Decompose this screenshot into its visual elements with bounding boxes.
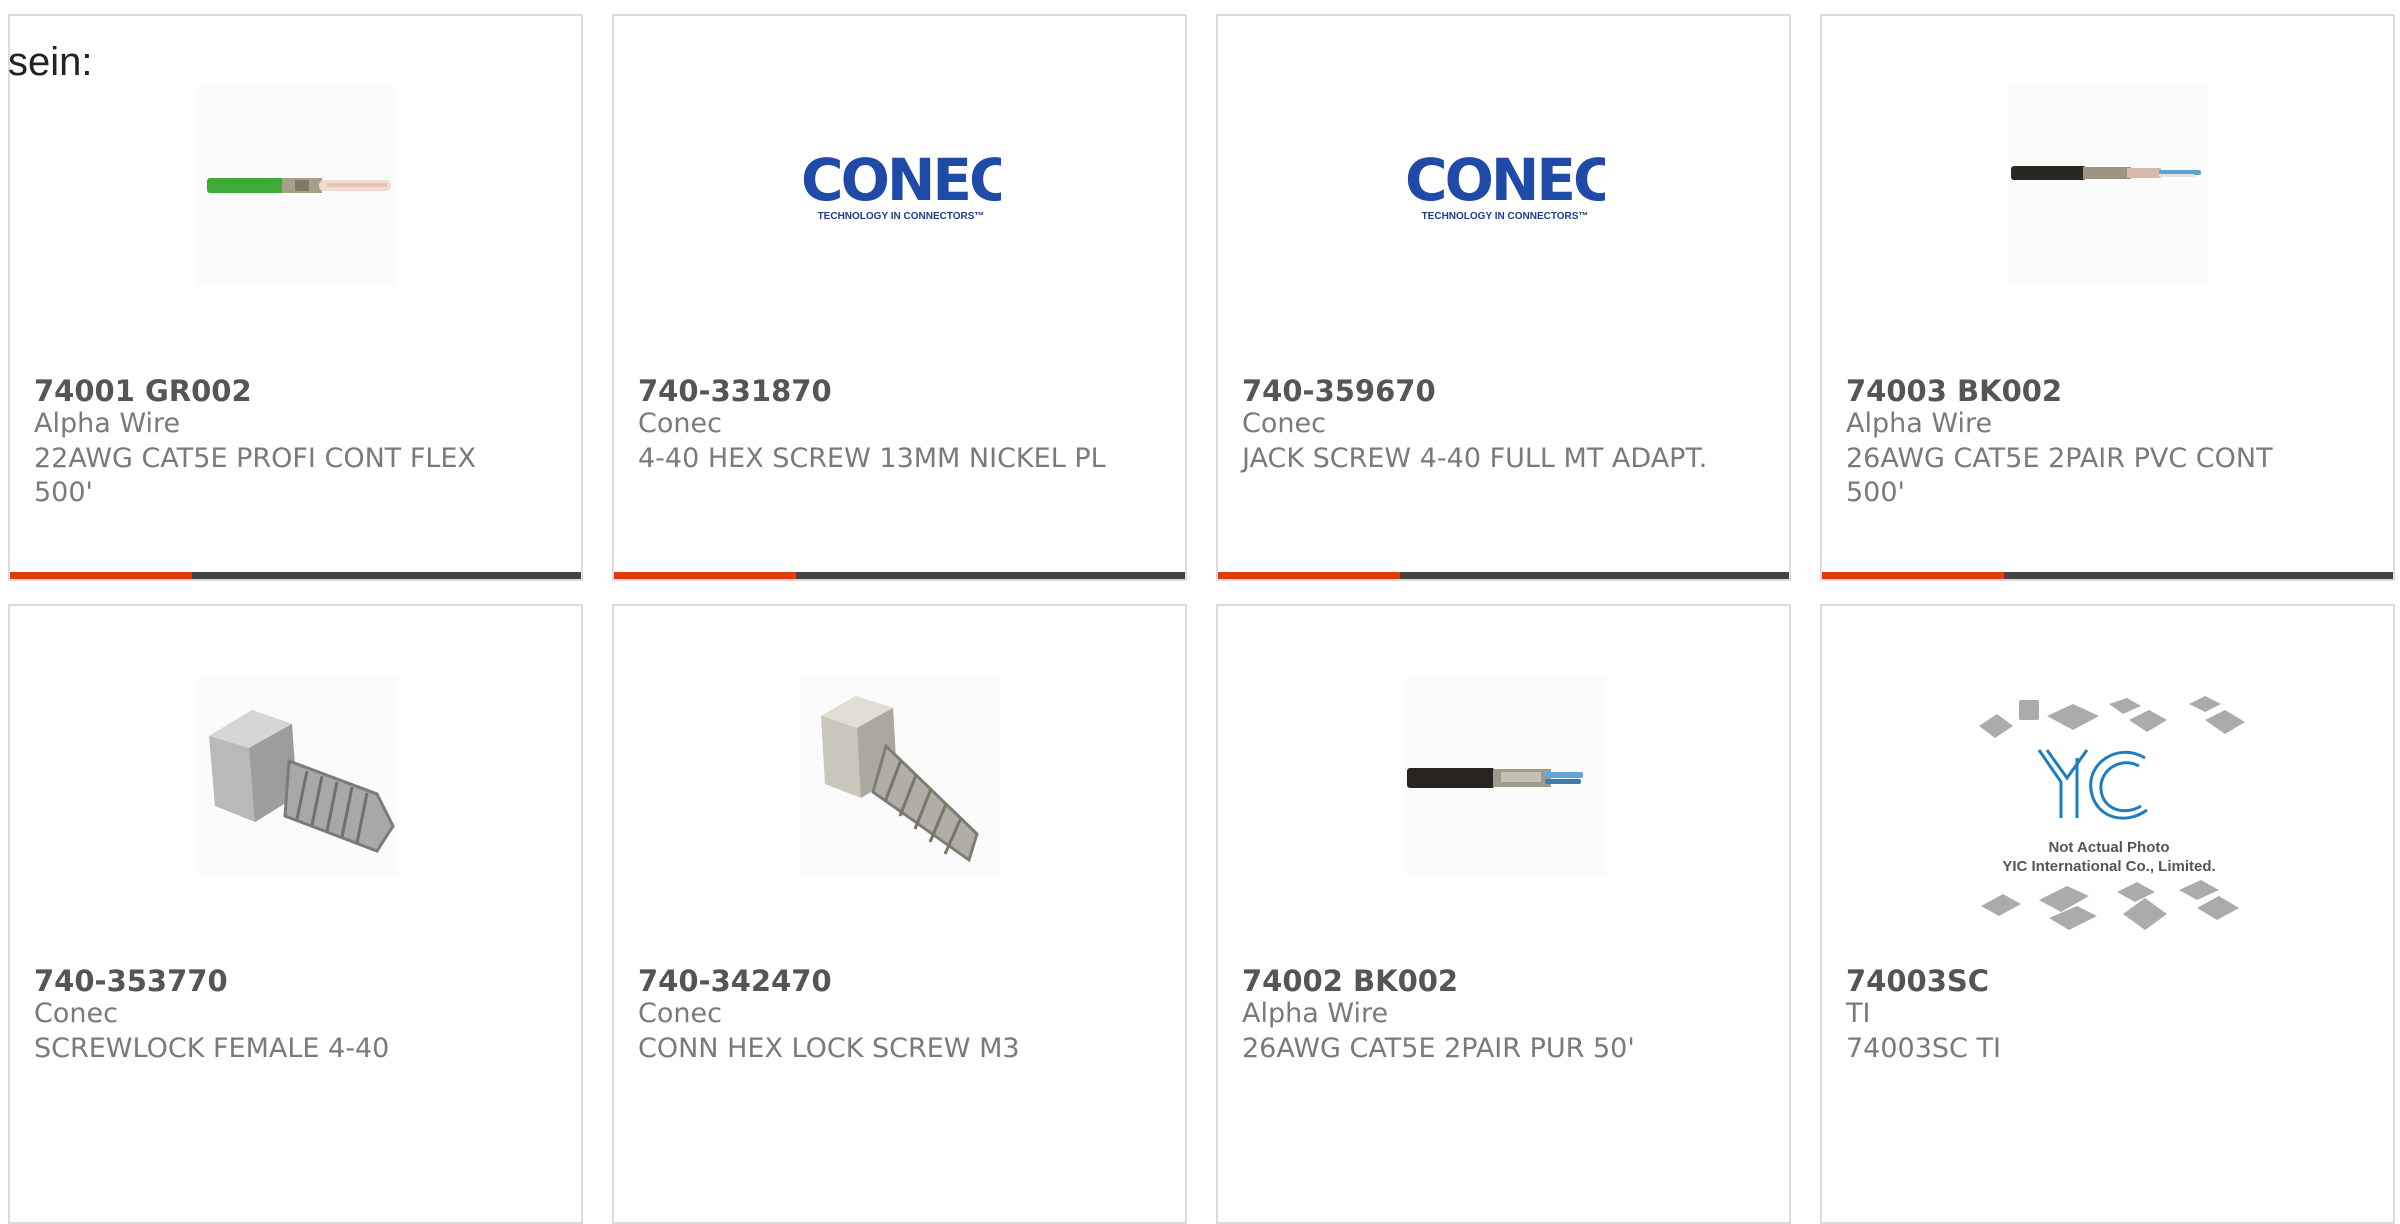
manufacturer: Conec — [1242, 408, 1326, 439]
product-card[interactable]: CONEC TECHNOLOGY IN CONNECTORS™ 740-3596… — [1216, 14, 1791, 581]
product-card[interactable]: 740-342470 Conec CONN HEX LOCK SCREW M3 — [612, 604, 1187, 1224]
description: 26AWG CAT5E 2PAIR PVC CONT 500' — [1846, 443, 2273, 508]
part-number[interactable]: 740-331870 — [638, 374, 832, 408]
description: 26AWG CAT5E 2PAIR PUR 50' — [1242, 1033, 1635, 1064]
description: 74003SC TI — [1846, 1033, 2001, 1064]
yic-chips-graphic — [1979, 696, 2245, 930]
conec-logo: CONEC TECHNOLOGY IN CONNECTORS™ — [1405, 151, 1605, 222]
product-image[interactable] — [2009, 86, 2209, 286]
manufacturer: Conec — [34, 998, 118, 1029]
product-image[interactable]: CONEC TECHNOLOGY IN CONNECTORS™ — [1405, 86, 1605, 286]
product-card[interactable]: Not Actual Photo YIC International Co., … — [1820, 604, 2395, 1224]
product-image[interactable]: Not Actual Photo YIC International Co., … — [1969, 686, 2249, 946]
description: JACK SCREW 4-40 FULL MT ADAPT. — [1242, 443, 1708, 474]
part-number[interactable]: 740-353770 — [34, 964, 228, 998]
card-footer-bar — [1822, 572, 2393, 579]
manufacturer: Alpha Wire — [1242, 998, 1389, 1029]
product-image[interactable] — [1405, 676, 1605, 876]
product-grid: 74001 GR002 Alpha Wire 22AWG CAT5E PROFI… — [0, 0, 2400, 1224]
green-cable-image — [197, 86, 397, 286]
product-image[interactable] — [197, 86, 397, 286]
product-card[interactable]: CONEC TECHNOLOGY IN CONNECTORS™ 740-3318… — [612, 14, 1187, 581]
product-image[interactable] — [801, 676, 1001, 876]
card-accent — [1822, 572, 2004, 579]
description: 22AWG CAT5E PROFI CONT FLEX 500' — [34, 443, 476, 508]
black-cable-blue-image — [1405, 676, 1605, 876]
manufacturer: Alpha Wire — [34, 408, 181, 439]
yic-note-line2: YIC International Co., Limited. — [2002, 858, 2216, 875]
product-card[interactable]: 74003 BK002 Alpha Wire 26AWG CAT5E 2PAIR… — [1820, 14, 2395, 581]
part-number[interactable]: 74003 BK002 — [1846, 374, 2062, 408]
conec-logo-tagline: TECHNOLOGY IN CONNECTORS™ — [817, 210, 985, 222]
part-number[interactable]: 74003SC — [1846, 964, 1989, 998]
card-accent — [1218, 572, 1400, 579]
manufacturer: Conec — [638, 998, 722, 1029]
hex-screw-image — [197, 676, 397, 876]
conec-logo-tagline: TECHNOLOGY IN CONNECTORS™ — [1421, 210, 1589, 222]
product-image[interactable]: CONEC TECHNOLOGY IN CONNECTORS™ — [801, 86, 1001, 286]
part-number[interactable]: 740-359670 — [1242, 374, 1436, 408]
intro-text: sein: — [8, 40, 93, 84]
card-accent — [614, 572, 796, 579]
yic-note: Not Actual Photo YIC International Co., … — [1969, 838, 2249, 876]
description: CONN HEX LOCK SCREW M3 — [638, 1033, 1020, 1064]
part-number[interactable]: 740-342470 — [638, 964, 832, 998]
part-number[interactable]: 74002 BK002 — [1242, 964, 1458, 998]
card-footer-bar — [614, 572, 1185, 579]
product-card[interactable]: 74001 GR002 Alpha Wire 22AWG CAT5E PROFI… — [8, 14, 583, 581]
description: 4-40 HEX SCREW 13MM NICKEL PL — [638, 443, 1106, 474]
conec-logo-word: CONEC — [801, 145, 1001, 214]
conec-logo-word: CONEC — [1405, 145, 1605, 214]
conec-logo: CONEC TECHNOLOGY IN CONNECTORS™ — [801, 151, 1001, 222]
product-image[interactable] — [197, 676, 397, 876]
part-number[interactable]: 74001 GR002 — [34, 374, 252, 408]
description: SCREWLOCK FEMALE 4-40 — [34, 1033, 390, 1064]
manufacturer: Alpha Wire — [1846, 408, 1993, 439]
card-footer-bar — [1218, 572, 1789, 579]
product-card[interactable]: 74002 BK002 Alpha Wire 26AWG CAT5E 2PAIR… — [1216, 604, 1791, 1224]
card-footer-bar — [10, 572, 581, 579]
product-card[interactable]: 740-353770 Conec SCREWLOCK FEMALE 4-40 — [8, 604, 583, 1224]
hex-lock-screw-image — [801, 676, 1001, 876]
card-accent — [10, 572, 192, 579]
yic-note-line1: Not Actual Photo — [2048, 839, 2170, 856]
manufacturer: TI — [1846, 998, 1871, 1029]
yic-placeholder-image: Not Actual Photo YIC International Co., … — [1969, 686, 2249, 946]
black-cable-image — [2009, 86, 2209, 286]
manufacturer: Conec — [638, 408, 722, 439]
